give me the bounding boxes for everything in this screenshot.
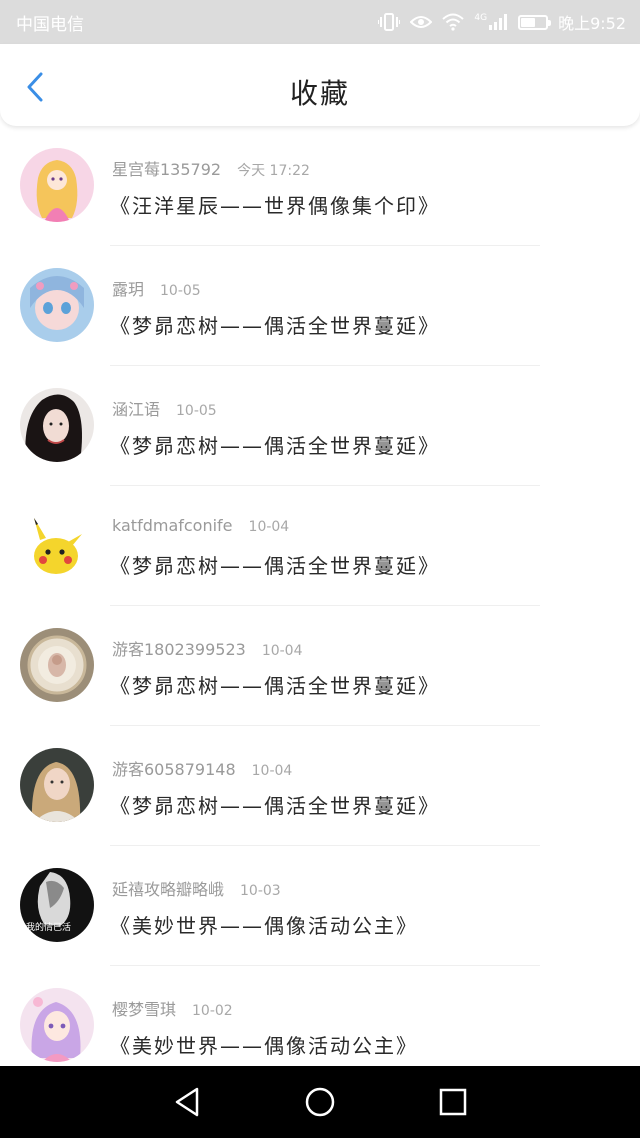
page-title: 收藏 [289,77,350,110]
username: 樱梦雪琪 10-02 [112,996,233,1020]
favorites-list: 星宫莓135792 今天 17:22 《汪洋星辰——世界偶像集个印》 露玥 10-0… [0,126,640,1066]
list-item[interactable]: katfdmafconife 10-04 《梦昴恋树——偶活全世界蔓延》 [0,486,640,606]
list-item[interactable]: 我的情已活 延禧攻略瓣略峨 10-03 《美妙世界——偶像活动公主》 [0,846,640,966]
carrier-label: 中国电信 [16,14,84,35]
nav-home-button[interactable] [300,1082,340,1122]
username: 星宫莓135792 今天 17:22 [112,156,310,180]
username-text: 星宫莓135792 [112,160,222,179]
work-title: 《美妙世界——偶像活动公主》 [110,1034,418,1058]
avatar [20,268,94,342]
list-item[interactable]: 樱梦雪琪 10-02 《美妙世界——偶像活动公主》 [0,966,640,1066]
work-title: 《梦昴恋树——偶活全世界蔓延》 [110,794,440,818]
timestamp: 10-03 [240,883,281,899]
username: 游客605879148 10-04 [112,756,292,780]
timestamp: 10-04 [248,519,290,535]
status-time: 晚上9:52 [558,14,626,33]
avatar [20,628,94,702]
network-type-label: 4G [474,13,488,23]
timestamp: 今天 17:22 [237,163,310,179]
username: katfdmafconife 10-04 [112,516,289,535]
username-text: 樱梦雪琪 [112,1000,177,1019]
username-text: 延禧攻略瓣略峨 [112,880,225,899]
header: 收藏 [0,44,640,126]
work-title: 《梦昴恋树——偶活全世界蔓延》 [110,314,440,338]
avatar [20,748,94,822]
wifi-icon [442,13,465,31]
username: 涵江语 10-05 [112,396,217,420]
username-text: 游客1802399523 [112,640,246,659]
list-item[interactable]: 游客1802399523 10-04 《梦昴恋树——偶活全世界蔓延》 [0,606,640,726]
username: 露玥 10-05 [112,276,201,300]
square-recents-icon [440,1088,467,1116]
timestamp: 10-05 [176,403,217,419]
list-item[interactable]: 星宫莓135792 今天 17:22 《汪洋星辰——世界偶像集个印》 [0,126,640,246]
work-title: 《梦昴恋树——偶活全世界蔓延》 [110,674,440,698]
timestamp: 10-02 [192,1003,233,1019]
username-text: 露玥 [112,280,145,299]
battery-icon [518,14,552,30]
username-text: 游客605879148 [112,760,236,779]
eye-icon [410,14,433,30]
nav-back-button[interactable] [167,1082,207,1122]
work-title: 《梦昴恋树——偶活全世界蔓延》 [110,434,440,458]
timestamp: 10-05 [160,283,201,299]
status-icons: 4G 晚上9:52 [378,10,626,34]
avatar [20,148,94,222]
list-item[interactable]: 游客605879148 10-04 《梦昴恋树——偶活全世界蔓延》 [0,726,640,846]
work-title: 《汪洋星辰——世界偶像集个印》 [110,194,440,218]
triangle-back-icon [175,1087,198,1117]
avatar [20,988,94,1062]
username: 延禧攻略瓣略峨 10-03 [112,876,281,900]
circle-home-icon [305,1087,335,1117]
username-text: katfdmafconife [112,516,233,535]
timestamp: 10-04 [251,763,293,779]
username-text: 涵江语 [112,400,161,419]
nav-recents-button[interactable] [433,1082,473,1122]
list-item[interactable]: 涵江语 10-05 《梦昴恋树——偶活全世界蔓延》 [0,366,640,486]
status-bar: 中国电信 4G 晚上9:52 [0,0,640,44]
avatar [20,388,94,462]
avatar: 我的情已活 [20,868,94,942]
work-title: 《美妙世界——偶像活动公主》 [110,914,418,938]
username: 游客1802399523 10-04 [112,636,303,660]
avatar-caption: 我的情已活 [26,921,71,933]
vibrate-icon [378,13,401,31]
work-title: 《梦昴恋树——偶活全世界蔓延》 [110,554,440,578]
avatar [20,508,94,582]
list-item[interactable]: 露玥 10-05 《梦昴恋树——偶活全世界蔓延》 [0,246,640,366]
timestamp: 10-04 [261,643,303,659]
system-navigation-bar [0,1066,640,1138]
signal-icon: 4G [474,13,508,31]
